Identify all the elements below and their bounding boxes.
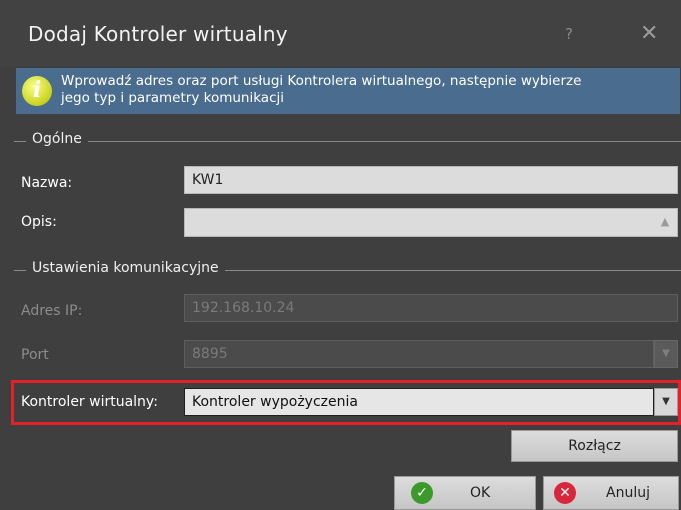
cancel-icon: ✕ <box>554 482 576 504</box>
title-bar: Dodaj Kontroler wirtualny ? ✕ <box>0 0 681 66</box>
comm-group-title: Ustawienia komunikacyjne <box>26 260 225 276</box>
cancel-button[interactable]: ✕ Anuluj <box>543 476 679 510</box>
port-label: Port <box>21 347 49 363</box>
help-button[interactable]: ? <box>565 25 573 43</box>
description-label: Opis: <box>21 214 57 230</box>
virtual-controller-select[interactable]: Kontroler wypożyczenia <box>184 388 654 416</box>
port-dropdown-icon[interactable]: ▼ <box>654 340 678 368</box>
name-label: Nazwa: <box>21 175 73 191</box>
cancel-label: Anuluj <box>606 485 650 501</box>
port-input[interactable]: 8895 <box>184 340 654 368</box>
check-icon: ✓ <box>411 482 433 504</box>
info-icon-letter: i <box>32 77 42 103</box>
info-text-line-1: Wprowadź adres oraz port usługi Kontrole… <box>61 73 582 89</box>
info-text-line-2: jego typ i parametry komunikacji <box>61 90 284 106</box>
disconnect-button[interactable]: Rozłącz <box>511 430 678 462</box>
general-group-line <box>14 141 681 142</box>
info-icon: i <box>22 76 52 106</box>
chevron-up-icon[interactable]: ▲ <box>653 209 677 235</box>
window-title: Dodaj Kontroler wirtualny <box>28 22 288 46</box>
ok-button[interactable]: ✓ OK <box>394 476 536 510</box>
general-group-title: Ogólne <box>26 131 88 147</box>
virtual-controller-label: Kontroler wirtualny: <box>21 394 158 410</box>
close-button[interactable]: ✕ <box>640 21 658 46</box>
ok-label: OK <box>470 485 491 501</box>
info-text: Wprowadź adres oraz port usługi Kontrole… <box>61 73 679 107</box>
info-banner: i Wprowadź adres oraz port usługi Kontro… <box>16 68 680 114</box>
name-input[interactable]: KW1 <box>184 166 678 194</box>
chevron-down-icon[interactable]: ▼ <box>654 388 678 416</box>
ip-input[interactable]: 192.168.10.24 <box>184 294 678 322</box>
ip-label: Adres IP: <box>21 303 83 319</box>
description-input[interactable]: ▲ <box>184 208 678 237</box>
